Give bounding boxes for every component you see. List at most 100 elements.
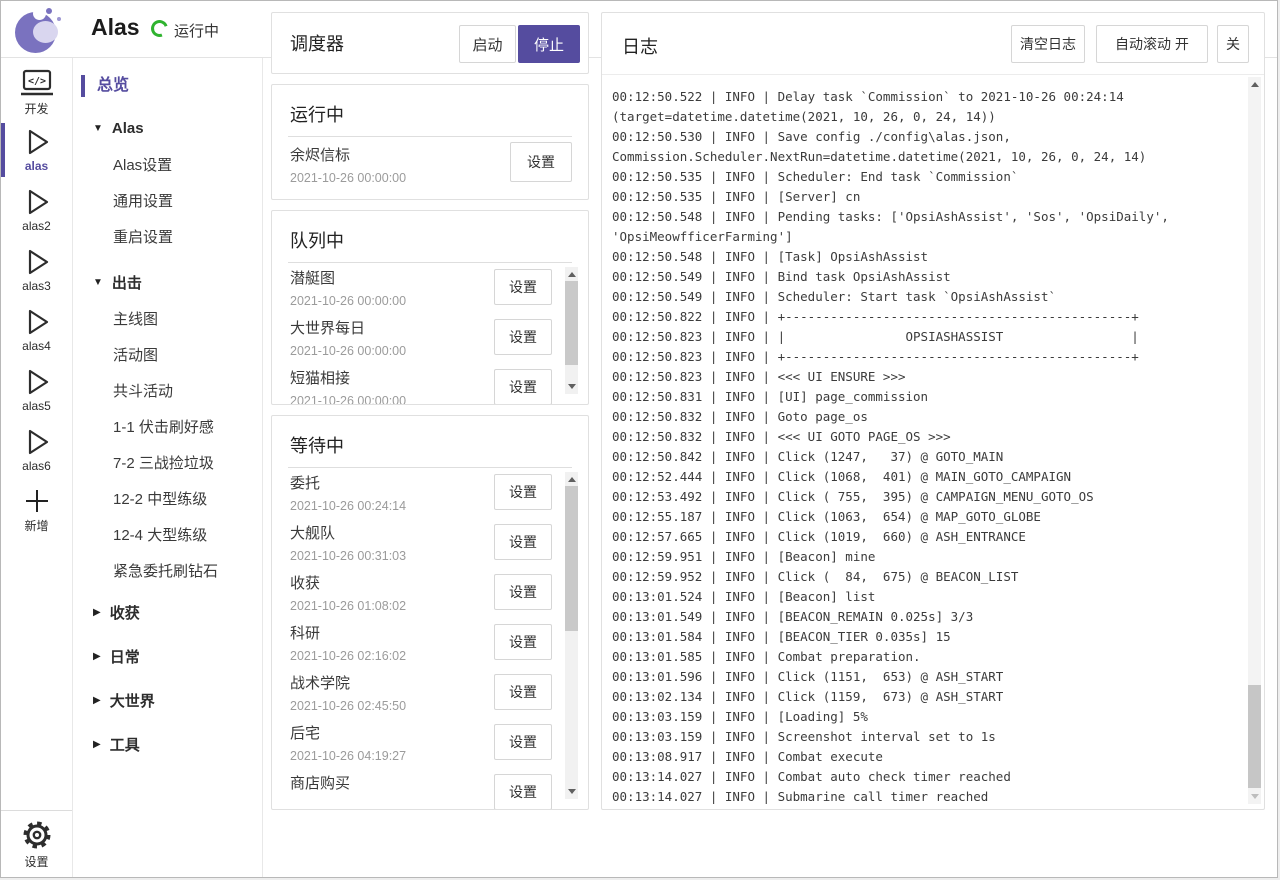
scheduler-stop-button[interactable]: 停止 (518, 25, 580, 63)
nav-group-sortie[interactable]: ▼出击 (73, 262, 262, 302)
scheduler-start-button[interactable]: 启动 (459, 25, 516, 63)
scrollbar-thumb[interactable] (1248, 685, 1261, 788)
log-line: 00:12:50.823 | INFO | +-----------------… (612, 347, 1246, 367)
nav-group-daily[interactable]: ▶ 日常 (73, 634, 262, 678)
nav-item-raid[interactable]: 共斗活动 (73, 374, 262, 410)
scroll-up-icon[interactable] (568, 272, 576, 277)
nav-item-label: 主线图 (113, 311, 158, 328)
app-title: Alas (91, 14, 140, 41)
nav-item-label: 1-1 伏击刷好感 (113, 419, 214, 436)
task-row: 余烬信标 2021-10-26 00:00:00 设置 (272, 138, 588, 198)
sidebar-item-alas5[interactable]: alas5 (1, 360, 72, 420)
sidebar-item-alas[interactable]: alas (1, 120, 72, 180)
log-line: 00:12:55.187 | INFO | Click (1063, 654) … (612, 507, 1246, 527)
scroll-down-icon[interactable] (1251, 794, 1259, 799)
clear-log-button[interactable]: 清空日志 (1011, 25, 1085, 63)
nav-group-tools[interactable]: ▶ 工具 (73, 722, 262, 766)
scroll-down-icon[interactable] (568, 789, 576, 794)
nav-group-label: 收获 (110, 602, 140, 623)
task-settings-button[interactable]: 设置 (494, 369, 552, 404)
play-icon (22, 247, 52, 277)
sidebar-item-develop[interactable]: </> 开发 (1, 64, 72, 120)
nav-item-1-1[interactable]: 1-1 伏击刷好感 (73, 410, 262, 446)
scroll-up-icon[interactable] (1251, 82, 1259, 87)
scrollbar-thumb[interactable] (565, 486, 578, 631)
play-icon (22, 427, 52, 457)
nav-group-label: 大世界 (110, 690, 155, 711)
nav-item-overview[interactable]: 总览 (73, 70, 262, 102)
task-settings-button[interactable]: 设置 (510, 142, 572, 182)
play-icon (22, 307, 52, 337)
chevron-right-icon: ▶ (93, 739, 101, 750)
queued-scrollbar[interactable] (565, 267, 578, 394)
log-line: 00:13:14.027 | INFO | Combat auto check … (612, 767, 1246, 787)
sidebar-item-alas3[interactable]: alas3 (1, 240, 72, 300)
task-settings-button[interactable]: 设置 (494, 474, 552, 510)
autoscroll-off-button[interactable]: 关 (1217, 25, 1249, 63)
task-settings-button[interactable]: 设置 (494, 319, 552, 355)
nav-item-restart-settings[interactable]: 重启设置 (73, 220, 262, 256)
log-scrollbar[interactable] (1248, 77, 1261, 804)
queued-title: 队列中 (290, 227, 344, 253)
add-instance-button[interactable]: 新增 (1, 480, 72, 540)
nav-group-alas[interactable]: ▼Alas (73, 108, 262, 148)
nav-item-event-campaign[interactable]: 活动图 (73, 338, 262, 374)
waiting-title: 等待中 (290, 432, 344, 458)
nav-item-label: 通用设置 (113, 193, 173, 210)
chevron-down-icon: ▼ (93, 123, 103, 134)
log-line: 00:13:02.134 | INFO | Click (1159, 673) … (612, 687, 1246, 707)
nav-item-7-2[interactable]: 7-2 三战捡垃圾 (73, 446, 262, 482)
waiting-scrollbar[interactable] (565, 472, 578, 799)
task-row: 后宅 2021-10-26 04:19:27 设置 (272, 719, 588, 769)
task-settings-button[interactable]: 设置 (494, 269, 552, 305)
nav-item-general-settings[interactable]: 通用设置 (73, 184, 262, 220)
gear-icon (21, 819, 53, 851)
chevron-down-icon: ▼ (93, 277, 103, 288)
instance-bar: </> 开发 alas alas2 alas3 alas4 alas5 ala (1, 58, 73, 877)
autoscroll-on-button[interactable]: 自动滚动 开 (1096, 25, 1208, 63)
nav-item-12-2[interactable]: 12-2 中型练级 (73, 482, 262, 518)
log-content[interactable]: 00:12:50.522 | INFO | Delay task `Commis… (602, 83, 1246, 809)
task-settings-button[interactable]: 设置 (494, 624, 552, 660)
log-header: 日志 清空日志 自动滚动 开 关 (602, 13, 1264, 75)
play-icon (22, 127, 52, 157)
task-settings-button[interactable]: 设置 (494, 724, 552, 760)
task-settings-button[interactable]: 设置 (494, 524, 552, 560)
nav-item-alas-settings[interactable]: Alas设置 (73, 148, 262, 184)
chevron-right-icon: ▶ (93, 651, 101, 662)
nav-item-label: 7-2 三战捡垃圾 (113, 455, 214, 472)
task-settings-button[interactable]: 设置 (494, 674, 552, 710)
log-line: 00:12:50.548 | INFO | [Task] OpsiAshAssi… (612, 247, 1246, 267)
log-line: 00:12:59.951 | INFO | [Beacon] mine (612, 547, 1246, 567)
task-row: 委托 2021-10-26 00:24:14 设置 (272, 469, 588, 519)
alas-logo-icon (13, 5, 63, 55)
nav-item-12-4[interactable]: 12-4 大型练级 (73, 518, 262, 554)
scrollbar-thumb[interactable] (565, 281, 578, 365)
sidebar-item-label: alas5 (22, 399, 51, 413)
task-settings-button[interactable]: 设置 (494, 774, 552, 809)
log-line: 00:12:50.549 | INFO | Bind task OpsiAshA… (612, 267, 1246, 287)
nav-item-urgent-commission[interactable]: 紧急委托刷钻石 (73, 554, 262, 590)
log-line: 00:12:50.535 | INFO | Scheduler: End tas… (612, 167, 1246, 187)
nav-group-reward[interactable]: ▶收获 (73, 590, 262, 634)
sidebar-item-settings[interactable]: 设置 (1, 810, 72, 877)
sidebar-item-label: 设置 (24, 853, 48, 870)
log-line: 00:13:14.027 | INFO | Submarine call tim… (612, 787, 1246, 807)
nav-group-opsi[interactable]: ▶ 大世界 (73, 678, 262, 722)
nav-group-label: 日常 (110, 646, 140, 667)
nav-group-label: 工具 (110, 734, 140, 755)
sidebar-item-alas6[interactable]: alas6 (1, 420, 72, 480)
sidebar-item-alas2[interactable]: alas2 (1, 180, 72, 240)
log-line: 00:13:01.524 | INFO | [Beacon] list (612, 587, 1246, 607)
task-settings-button[interactable]: 设置 (494, 574, 552, 610)
scroll-down-icon[interactable] (568, 384, 576, 389)
nav-item-label: 活动图 (113, 347, 158, 364)
scroll-up-icon[interactable] (568, 477, 576, 482)
running-card: 运行中 余烬信标 2021-10-26 00:00:00 设置 (271, 84, 589, 200)
log-line: 00:12:50.535 | INFO | [Server] cn (612, 187, 1246, 207)
sidebar-item-alas4[interactable]: alas4 (1, 300, 72, 360)
nav-item-main-campaign[interactable]: 主线图 (73, 302, 262, 338)
run-status-label: 运行中 (174, 20, 219, 41)
chevron-right-icon: ▶ (93, 695, 101, 706)
log-line: 00:12:52.444 | INFO | Click (1068, 401) … (612, 467, 1246, 487)
